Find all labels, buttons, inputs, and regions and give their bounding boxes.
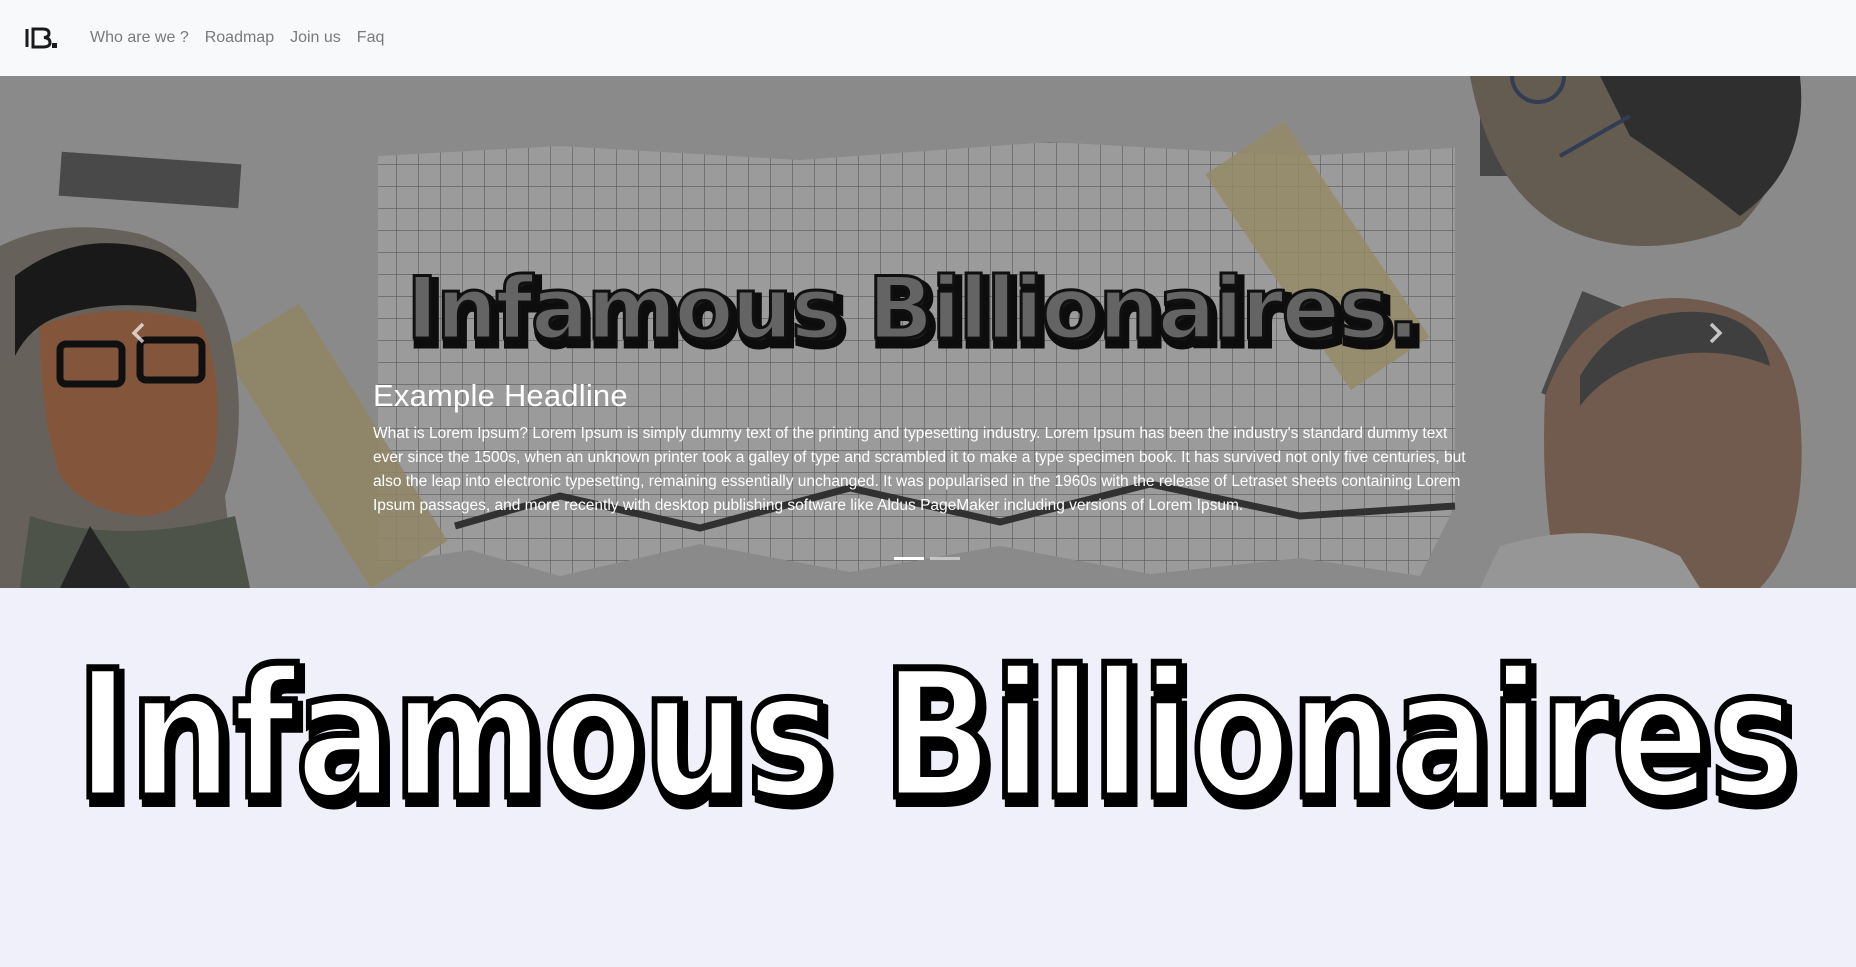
carousel-indicator-2[interactable] — [930, 557, 960, 560]
navbar: Who are we ? Roadmap Join us Faq — [0, 0, 1856, 76]
nav-link-roadmap[interactable]: Roadmap — [205, 29, 274, 47]
nav-link-faq[interactable]: Faq — [357, 29, 385, 47]
chevron-left-icon — [131, 322, 145, 344]
brand-logo[interactable] — [24, 25, 58, 51]
hero-carousel: Infamous Billionaires. Infamous Billiona… — [0, 76, 1856, 588]
carousel-indicator-1[interactable] — [894, 557, 924, 560]
nav-link-who-are-we[interactable]: Who are we ? — [90, 29, 189, 47]
carousel-caption: Example Headline What is Lorem Ipsum? Lo… — [373, 378, 1473, 518]
hero-title-text: Infamous Billionaires — [76, 648, 1796, 828]
chevron-right-icon — [1709, 322, 1723, 344]
carousel-prev-button[interactable] — [124, 318, 154, 348]
carousel-next-button[interactable] — [1700, 318, 1730, 348]
caption-headline: Example Headline — [373, 378, 628, 413]
hero-title: Infamous Billionaires Infamous Billionai… — [73, 648, 1806, 828]
caption-text: What is Lorem Ipsum? Lorem Ipsum is simp… — [373, 425, 1466, 514]
carousel-indicators — [894, 557, 966, 560]
nav-link-join-us[interactable]: Join us — [290, 29, 341, 47]
nav-links: Who are we ? Roadmap Join us Faq — [90, 0, 400, 76]
